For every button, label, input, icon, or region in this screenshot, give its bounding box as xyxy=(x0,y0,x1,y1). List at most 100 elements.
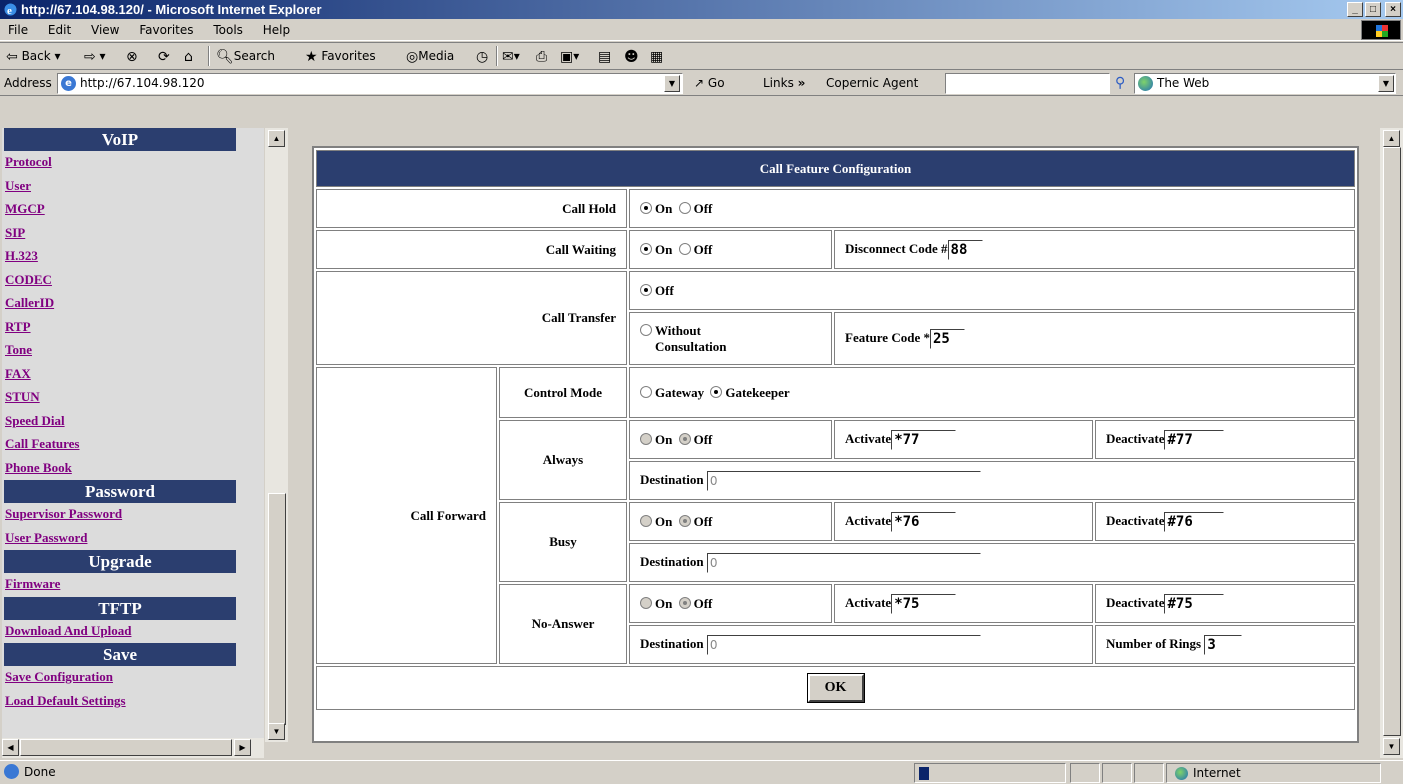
content-scroll-thumb[interactable] xyxy=(1383,147,1401,736)
magnifier-icon[interactable]: ⚲ xyxy=(1115,71,1125,96)
content-scroll-down-icon[interactable]: ▼ xyxy=(1383,738,1400,755)
call-hold-off-radio[interactable] xyxy=(678,201,691,214)
nav-link-tone[interactable]: Tone xyxy=(5,339,264,363)
no-answer-activate-input[interactable]: *75 xyxy=(891,593,957,614)
call-hold-on-radio[interactable] xyxy=(640,201,652,214)
gatekeeper-label: Gatekeeper xyxy=(725,384,790,400)
menu-view[interactable]: View xyxy=(91,23,119,37)
nav-link-supervisor-password[interactable]: Supervisor Password xyxy=(5,503,264,527)
busy-destination-input[interactable]: 0 xyxy=(706,552,981,573)
nav-link-save-configuration[interactable]: Save Configuration xyxy=(5,666,264,690)
control-mode-gateway-radio[interactable] xyxy=(640,385,652,398)
busy-deactivate-input[interactable]: #76 xyxy=(1164,511,1225,532)
nav-link-load-default-settings[interactable]: Load Default Settings xyxy=(5,690,264,714)
nav-link-speed-dial[interactable]: Speed Dial xyxy=(5,410,264,434)
messenger-button[interactable]: ☻ xyxy=(624,43,639,70)
nav-link-call-features[interactable]: Call Features xyxy=(5,433,264,457)
menu-favorites[interactable]: Favorites xyxy=(139,23,193,37)
call-transfer-off-label: Off xyxy=(655,282,674,298)
scroll-up-icon[interactable]: ▲ xyxy=(268,130,285,147)
nav-link-stun[interactable]: STUN xyxy=(5,386,264,410)
nav-link-fax[interactable]: FAX xyxy=(5,363,264,387)
busy-on-radio[interactable] xyxy=(640,514,652,527)
content-scroll-up-icon[interactable]: ▲ xyxy=(1383,130,1400,147)
tool-button[interactable]: ▦ xyxy=(650,43,663,70)
call-transfer-off-radio[interactable] xyxy=(640,283,652,296)
media-button[interactable]: ◎Media xyxy=(406,43,454,70)
scroll-left-icon[interactable]: ◀ xyxy=(2,739,19,756)
control-mode-gatekeeper-radio[interactable] xyxy=(710,385,723,398)
scroll-right-icon[interactable]: ▶ xyxy=(234,739,251,756)
call-waiting-on-radio[interactable] xyxy=(640,242,652,255)
copernic-search-input[interactable] xyxy=(945,73,1110,94)
feature-code-input[interactable]: 25 xyxy=(929,328,965,349)
links-button[interactable]: Links » xyxy=(763,71,805,96)
busy-off-radio[interactable] xyxy=(678,514,691,527)
disconnect-code-input[interactable]: 88 xyxy=(947,239,983,260)
nav-link-h323[interactable]: H.323 xyxy=(5,245,264,269)
always-deactivate-input[interactable]: #77 xyxy=(1164,429,1225,450)
edit-button[interactable]: ▣▾ xyxy=(560,43,579,70)
forward-button[interactable]: ⇨ ▾ xyxy=(84,43,106,70)
web-search-select[interactable]: The Web xyxy=(1134,73,1396,94)
no-answer-deactivate-input[interactable]: #75 xyxy=(1164,593,1225,614)
stop-button[interactable]: ⊗ xyxy=(126,43,138,70)
menu-tools[interactable]: Tools xyxy=(213,23,243,37)
nav-scroll-thumb[interactable] xyxy=(268,493,286,725)
nav-link-sip[interactable]: SIP xyxy=(5,222,264,246)
minimize-button[interactable]: _ xyxy=(1347,2,1363,17)
no-answer-destination-input[interactable]: 0 xyxy=(706,634,981,655)
busy-activate-input[interactable]: *76 xyxy=(891,511,957,532)
rings-input[interactable]: 3 xyxy=(1204,634,1243,655)
nav-link-phone-book[interactable]: Phone Book xyxy=(5,457,264,481)
always-activate-input[interactable]: *77 xyxy=(891,429,957,450)
web-dropdown-button[interactable]: ▼ xyxy=(1378,75,1394,92)
menu-file[interactable]: File xyxy=(8,23,28,37)
no-answer-destination-label: Destination xyxy=(640,635,704,651)
no-answer-on-radio[interactable] xyxy=(640,596,652,609)
menu-help[interactable]: Help xyxy=(263,23,290,37)
favorites-button[interactable]: ★ Favorites xyxy=(305,43,376,70)
address-dropdown-button[interactable]: ▼ xyxy=(664,75,680,92)
address-input[interactable]: e http://67.104.98.120 xyxy=(57,73,683,94)
nav-link-user-password[interactable]: User Password xyxy=(5,527,264,551)
nav-vertical-scrollbar[interactable]: ▲ ▼ xyxy=(264,128,288,742)
print-button[interactable]: ⎙ xyxy=(536,43,547,70)
go-button[interactable]: ↗ Go xyxy=(694,71,725,96)
ie-logo-icon: e xyxy=(4,3,17,17)
always-off-radio[interactable] xyxy=(678,432,691,445)
toolbar: ⇦ Back ▾ ⇨ ▾ ⊗ ⟳ ⌂ 🔍︎Search ★ Favorites … xyxy=(0,42,1403,70)
back-button[interactable]: ⇦ Back ▾ xyxy=(6,43,61,70)
nav-link-firmware[interactable]: Firmware xyxy=(5,573,264,597)
nav-link-mgcp[interactable]: MGCP xyxy=(5,198,264,222)
nav-link-download-upload[interactable]: Download And Upload xyxy=(5,620,264,644)
home-button[interactable]: ⌂ xyxy=(184,43,193,70)
section-save: Save xyxy=(4,643,236,666)
nav-link-rtp[interactable]: RTP xyxy=(5,316,264,340)
section-upgrade: Upgrade xyxy=(4,550,236,573)
call-waiting-off-radio[interactable] xyxy=(678,242,691,255)
refresh-button[interactable]: ⟳ xyxy=(158,43,170,70)
search-button[interactable]: 🔍︎Search xyxy=(216,43,275,70)
maximize-button[interactable]: □ xyxy=(1365,2,1381,17)
scroll-down-icon[interactable]: ▼ xyxy=(268,723,285,740)
nav-link-protocol[interactable]: Protocol xyxy=(5,151,264,175)
call-transfer-without-radio[interactable] xyxy=(640,323,652,336)
mail-button[interactable]: ✉▾ xyxy=(502,43,520,70)
no-answer-off-radio[interactable] xyxy=(678,596,691,609)
nav-horizontal-scrollbar[interactable]: ◀ ▶ xyxy=(2,738,264,758)
close-button[interactable]: × xyxy=(1385,2,1401,17)
call-feature-table: Call Feature Configuration Call Hold On … xyxy=(314,148,1357,712)
no-answer-destination-cell: Destination 0 xyxy=(629,625,1093,664)
content-vertical-scrollbar[interactable]: ▲ ▼ xyxy=(1379,128,1403,758)
always-destination-input[interactable]: 0 xyxy=(706,470,981,491)
nav-hscroll-thumb[interactable] xyxy=(20,739,232,756)
nav-link-user[interactable]: User xyxy=(5,175,264,199)
menu-edit[interactable]: Edit xyxy=(48,23,71,37)
nav-link-codec[interactable]: CODEC xyxy=(5,269,264,293)
history-button[interactable]: ◷ xyxy=(476,43,488,70)
nav-link-callerid[interactable]: CallerID xyxy=(5,292,264,316)
discuss-button[interactable]: ▤ xyxy=(598,43,611,70)
always-on-radio[interactable] xyxy=(640,432,652,445)
ok-button[interactable]: OK xyxy=(806,673,865,703)
